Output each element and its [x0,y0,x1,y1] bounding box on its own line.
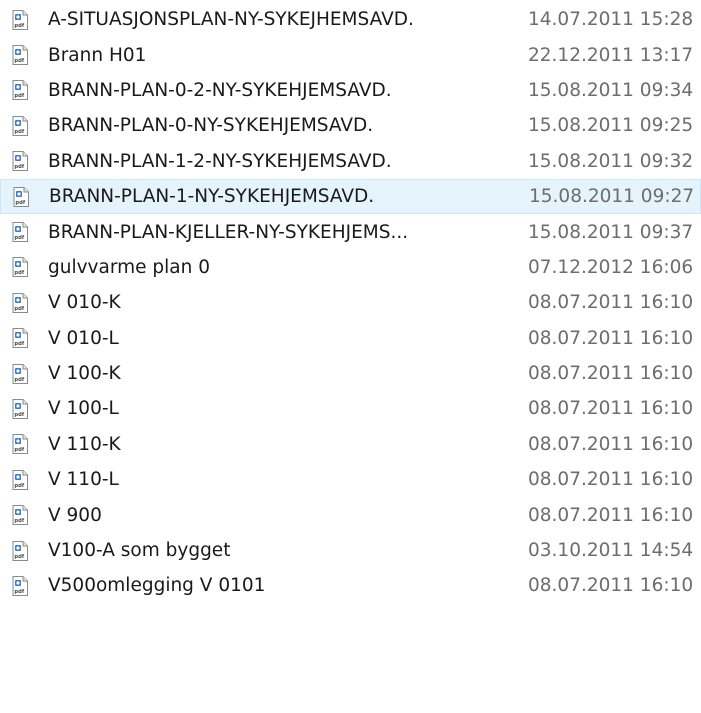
file-list: pdf A-SITUASJONSPLAN-NY-SYKEJHEMSAVD. 14.0… [0,2,701,604]
file-name: gulvvarme plan 0 [48,256,211,278]
file-row[interactable]: pdf V500omlegging V 0101 08.07.2011 16:10 [0,568,701,603]
svg-text:pdf: pdf [14,129,24,135]
pdf-icon: pdf [12,575,28,596]
pdf-icon: pdf [12,292,28,313]
file-row[interactable]: pdf V 010-K 08.07.2011 16:10 [0,285,701,320]
file-modified-date: 15.08.2011 09:27 [529,186,695,208]
svg-text:pdf: pdf [14,518,24,524]
file-name: BRANN-PLAN-1-NY-SYKEHJEMSAVD. [49,186,375,208]
file-modified-date: 08.07.2011 16:10 [528,504,694,526]
file-modified-date: 03.10.2011 14:54 [528,540,694,562]
file-name: V 110-L [48,469,119,491]
file-row[interactable]: pdf BRANN-PLAN-0-NY-SYKEHJEMSAVD. 15.08.20… [0,108,701,143]
file-row[interactable]: pdf Brann H01 22.12.2011 13:17 [0,37,701,72]
svg-text:pdf: pdf [14,306,24,312]
file-row[interactable]: pdf BRANN-PLAN-0-2-NY-SYKEHJEMSAVD. 15.08.… [0,73,701,108]
pdf-icon: pdf [12,151,28,172]
file-row[interactable]: pdf A-SITUASJONSPLAN-NY-SYKEJHEMSAVD. 14.0… [0,2,701,37]
file-row[interactable]: pdf BRANN-PLAN-KJELLER-NY-SYKEHJEMS... 15.… [0,214,701,249]
file-row[interactable]: pdf V 100-L 08.07.2011 16:10 [0,391,701,426]
pdf-icon: pdf [12,398,28,419]
file-name: V 010-K [48,292,121,314]
svg-text:pdf: pdf [14,589,24,595]
svg-text:pdf: pdf [14,94,24,100]
file-name: BRANN-PLAN-1-2-NY-SYKEHJEMSAVD. [48,150,392,172]
pdf-icon: pdf [12,505,28,526]
file-modified-date: 15.08.2011 09:32 [528,150,694,172]
file-name: BRANN-PLAN-0-2-NY-SYKEHJEMSAVD. [48,79,392,101]
pdf-icon: pdf [12,540,28,561]
file-modified-date: 15.08.2011 09:25 [528,115,694,137]
svg-text:pdf: pdf [14,412,24,418]
file-modified-date: 14.07.2011 15:28 [528,9,694,31]
file-modified-date: 08.07.2011 16:10 [528,292,694,314]
pdf-icon: pdf [12,434,28,455]
file-row[interactable]: pdf BRANN-PLAN-1-2-NY-SYKEHJEMSAVD. 15.08.… [0,144,701,179]
pdf-icon: pdf [12,222,28,243]
file-name: BRANN-PLAN-KJELLER-NY-SYKEHJEMS... [48,221,409,243]
file-name: Brann H01 [48,44,147,66]
file-name: V 100-K [48,363,121,385]
file-modified-date: 07.12.2012 16:06 [528,256,694,278]
file-row[interactable]: pdf V 110-L 08.07.2011 16:10 [0,462,701,497]
svg-text:pdf: pdf [14,271,24,277]
file-modified-date: 08.07.2011 16:10 [528,363,694,385]
file-row[interactable]: pdf V 110-K 08.07.2011 16:10 [0,427,701,462]
pdf-icon: pdf [12,328,28,349]
file-modified-date: 22.12.2011 13:17 [528,44,694,66]
svg-text:pdf: pdf [14,483,24,489]
pdf-icon: pdf [12,45,28,66]
svg-text:pdf: pdf [14,554,24,560]
pdf-icon: pdf [12,257,28,278]
file-name: V500omlegging V 0101 [48,575,266,597]
file-name: A-SITUASJONSPLAN-NY-SYKEJHEMSAVD. [48,9,414,31]
pdf-icon: pdf [12,363,28,384]
svg-text:pdf: pdf [14,341,24,347]
pdf-icon: pdf [12,469,28,490]
pdf-icon: pdf [12,115,28,136]
file-row[interactable]: pdf V100-A som bygget 03.10.2011 14:54 [0,533,701,568]
pdf-icon: pdf [12,80,28,101]
file-modified-date: 08.07.2011 16:10 [528,469,694,491]
file-modified-date: 08.07.2011 16:10 [528,575,694,597]
file-modified-date: 08.07.2011 16:10 [528,398,694,420]
file-modified-date: 08.07.2011 16:10 [528,433,694,455]
file-name: V 900 [48,504,102,526]
pdf-icon: pdf [12,9,28,30]
file-modified-date: 08.07.2011 16:10 [528,327,694,349]
svg-text:pdf: pdf [14,235,24,241]
pdf-icon: pdf [13,186,29,207]
file-row[interactable]: pdf V 100-K 08.07.2011 16:10 [0,356,701,391]
file-name: BRANN-PLAN-0-NY-SYKEHJEMSAVD. [48,115,374,137]
file-name: V 100-L [48,398,119,420]
file-modified-date: 15.08.2011 09:37 [528,221,694,243]
file-modified-date: 15.08.2011 09:34 [528,79,694,101]
svg-text:pdf: pdf [14,448,24,454]
svg-text:pdf: pdf [14,164,24,170]
svg-text:pdf: pdf [14,23,24,29]
file-row[interactable]: pdf gulvvarme plan 0 07.12.2012 16:06 [0,250,701,285]
file-row[interactable]: pdf V 010-L 08.07.2011 16:10 [0,321,701,356]
file-row[interactable]: pdf V 900 08.07.2011 16:10 [0,497,701,532]
svg-text:pdf: pdf [14,58,24,64]
file-name: V 110-K [48,433,121,455]
file-name: V100-A som bygget [48,540,231,562]
svg-text:pdf: pdf [14,377,24,383]
file-row[interactable]: pdf BRANN-PLAN-1-NY-SYKEHJEMSAVD. 15.08.20… [0,178,701,215]
file-name: V 010-L [48,327,119,349]
svg-text:pdf: pdf [15,200,25,206]
